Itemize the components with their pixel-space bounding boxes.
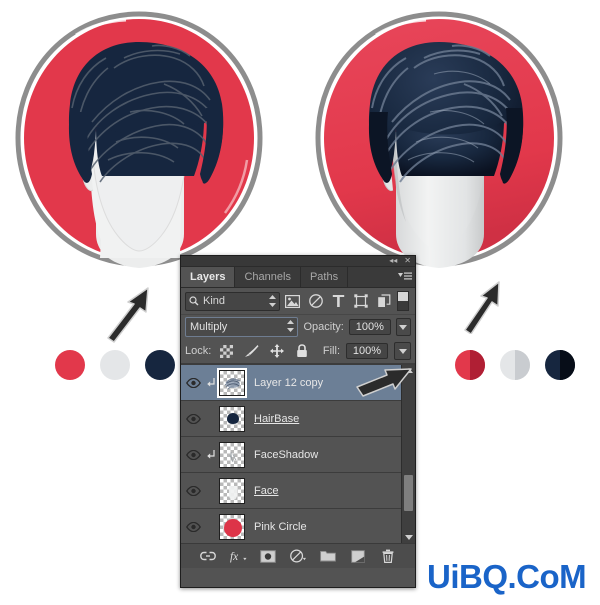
new-group-icon[interactable] xyxy=(320,548,337,565)
layer-visibility-toggle[interactable] xyxy=(181,449,205,460)
table-row[interactable]: FaceShadow xyxy=(181,437,415,473)
new-fill-adjustment-layer-icon[interactable] xyxy=(289,548,307,565)
opacity-dropdown-icon[interactable] xyxy=(395,318,411,336)
tutorial-canvas: ◂◂ ✕ Layers Channels Paths Kind Multiply… xyxy=(0,0,600,605)
swatch-light-gray-shaded xyxy=(500,350,530,380)
layer-visibility-toggle[interactable] xyxy=(181,377,205,388)
tab-layers-label: Layers xyxy=(190,271,226,283)
panel-menu-icon[interactable] xyxy=(398,271,412,282)
tab-channels[interactable]: Channels xyxy=(235,267,301,287)
collapse-double-arrow-icon[interactable]: ◂◂ xyxy=(389,256,397,266)
layer-name[interactable]: HairBase xyxy=(254,413,299,425)
blend-mode-value: Multiply xyxy=(190,321,228,333)
layer-visibility-toggle[interactable] xyxy=(181,413,205,424)
layer-thumbnail[interactable] xyxy=(217,367,247,398)
clipping-mask-indicator xyxy=(205,377,219,389)
filter-type-layers-icon[interactable] xyxy=(329,292,348,310)
lock-label: Lock: xyxy=(185,345,212,357)
table-row[interactable]: Face xyxy=(181,473,415,509)
eye-icon xyxy=(185,521,201,532)
delete-layer-icon[interactable] xyxy=(380,548,397,565)
flat-hair-illustration xyxy=(4,8,274,270)
tab-layers[interactable]: Layers xyxy=(181,267,236,287)
eye-icon xyxy=(185,485,201,496)
lock-position-icon[interactable] xyxy=(267,342,286,360)
panel-titlebar: ◂◂ ✕ xyxy=(181,256,415,267)
layer-styles-fx-icon[interactable]: fx xyxy=(230,548,247,565)
filter-kind-select[interactable]: Kind xyxy=(185,291,280,311)
layer-filter-row: Kind xyxy=(181,288,415,315)
filter-smart-object-icon[interactable] xyxy=(374,292,393,310)
link-layers-icon[interactable] xyxy=(200,548,217,565)
scrollbar-thumb[interactable] xyxy=(404,475,413,511)
fill-label: Fill: xyxy=(322,345,340,357)
add-layer-mask-icon[interactable] xyxy=(260,548,277,565)
layer-name[interactable]: Layer 12 copy xyxy=(254,377,323,389)
layers-bottom-toolbar: fx xyxy=(181,543,415,568)
swatch-navy xyxy=(145,350,175,380)
table-row[interactable]: Pink Circle xyxy=(181,509,415,543)
pointer-arrow-left-illustration xyxy=(100,282,162,349)
panel-body: Kind Multiply Opacity: 100% Lock: Fill: … xyxy=(181,288,415,568)
layer-thumbnail[interactable] xyxy=(219,441,245,468)
search-icon xyxy=(189,296,199,306)
layer-visibility-toggle[interactable] xyxy=(181,485,205,496)
eye-icon xyxy=(185,449,201,460)
eye-icon xyxy=(185,413,201,424)
tab-channels-label: Channels xyxy=(244,271,291,283)
swatch-navy-shade-half xyxy=(560,350,575,380)
clipping-mask-indicator xyxy=(205,449,219,461)
filter-kind-value: Kind xyxy=(203,295,226,307)
close-icon[interactable]: ✕ xyxy=(404,256,411,266)
chevron-updown-icon xyxy=(268,294,276,310)
layer-thumbnail[interactable] xyxy=(219,405,245,432)
filter-pixel-layers-icon[interactable] xyxy=(284,292,303,310)
opacity-input[interactable]: 100% xyxy=(348,319,391,335)
filter-shape-layers-icon[interactable] xyxy=(352,292,371,310)
scroll-down-arrow-icon[interactable] xyxy=(405,535,413,540)
lock-image-pixels-icon[interactable] xyxy=(242,342,261,360)
layers-panel: ◂◂ ✕ Layers Channels Paths Kind Multiply… xyxy=(180,255,416,588)
lock-transparent-pixels-icon[interactable] xyxy=(217,342,236,360)
panel-tab-bar: Layers Channels Paths xyxy=(181,267,415,288)
tab-paths[interactable]: Paths xyxy=(301,267,349,287)
watermark: UiBQ.CoM xyxy=(427,558,587,595)
eye-icon xyxy=(185,377,201,388)
blend-mode-select[interactable]: Multiply xyxy=(185,317,299,337)
layer-thumbnail[interactable] xyxy=(219,477,245,504)
layer-name[interactable]: Face xyxy=(254,485,278,497)
new-layer-icon[interactable] xyxy=(350,548,367,565)
lock-all-icon[interactable] xyxy=(292,342,311,360)
chevron-updown-icon xyxy=(287,320,295,335)
tab-paths-label: Paths xyxy=(309,271,339,283)
pointer-arrow-right-illustration xyxy=(455,278,511,339)
opacity-label: Opacity: xyxy=(303,321,344,333)
shaded-hair-illustration xyxy=(304,8,574,270)
swatch-light-gray xyxy=(100,350,130,380)
swatch-red-shade-half xyxy=(470,350,485,380)
layer-visibility-toggle[interactable] xyxy=(181,521,205,532)
layer-thumbnail[interactable] xyxy=(219,513,245,540)
lock-row: Lock: Fill: 100% xyxy=(181,339,415,364)
fill-dropdown-icon[interactable] xyxy=(394,342,411,360)
layer-name[interactable]: Pink Circle xyxy=(254,521,307,533)
svg-text:fx: fx xyxy=(230,551,238,563)
swatch-red-shaded xyxy=(455,350,485,380)
swatch-red xyxy=(55,350,85,380)
pointer-arrow-selected-layer xyxy=(355,365,425,410)
layer-name[interactable]: FaceShadow xyxy=(254,449,318,461)
fill-input[interactable]: 100% xyxy=(346,343,388,359)
toggle-layer-filtering-switch[interactable] xyxy=(397,291,409,311)
swatch-gray-shade-half xyxy=(515,350,530,380)
swatch-row-flat xyxy=(55,350,175,380)
swatch-navy-shaded xyxy=(545,350,575,380)
blend-mode-row: Multiply Opacity: 100% xyxy=(181,315,415,339)
filter-adjustment-layers-icon[interactable] xyxy=(306,292,325,310)
swatch-row-shaded xyxy=(455,350,575,380)
